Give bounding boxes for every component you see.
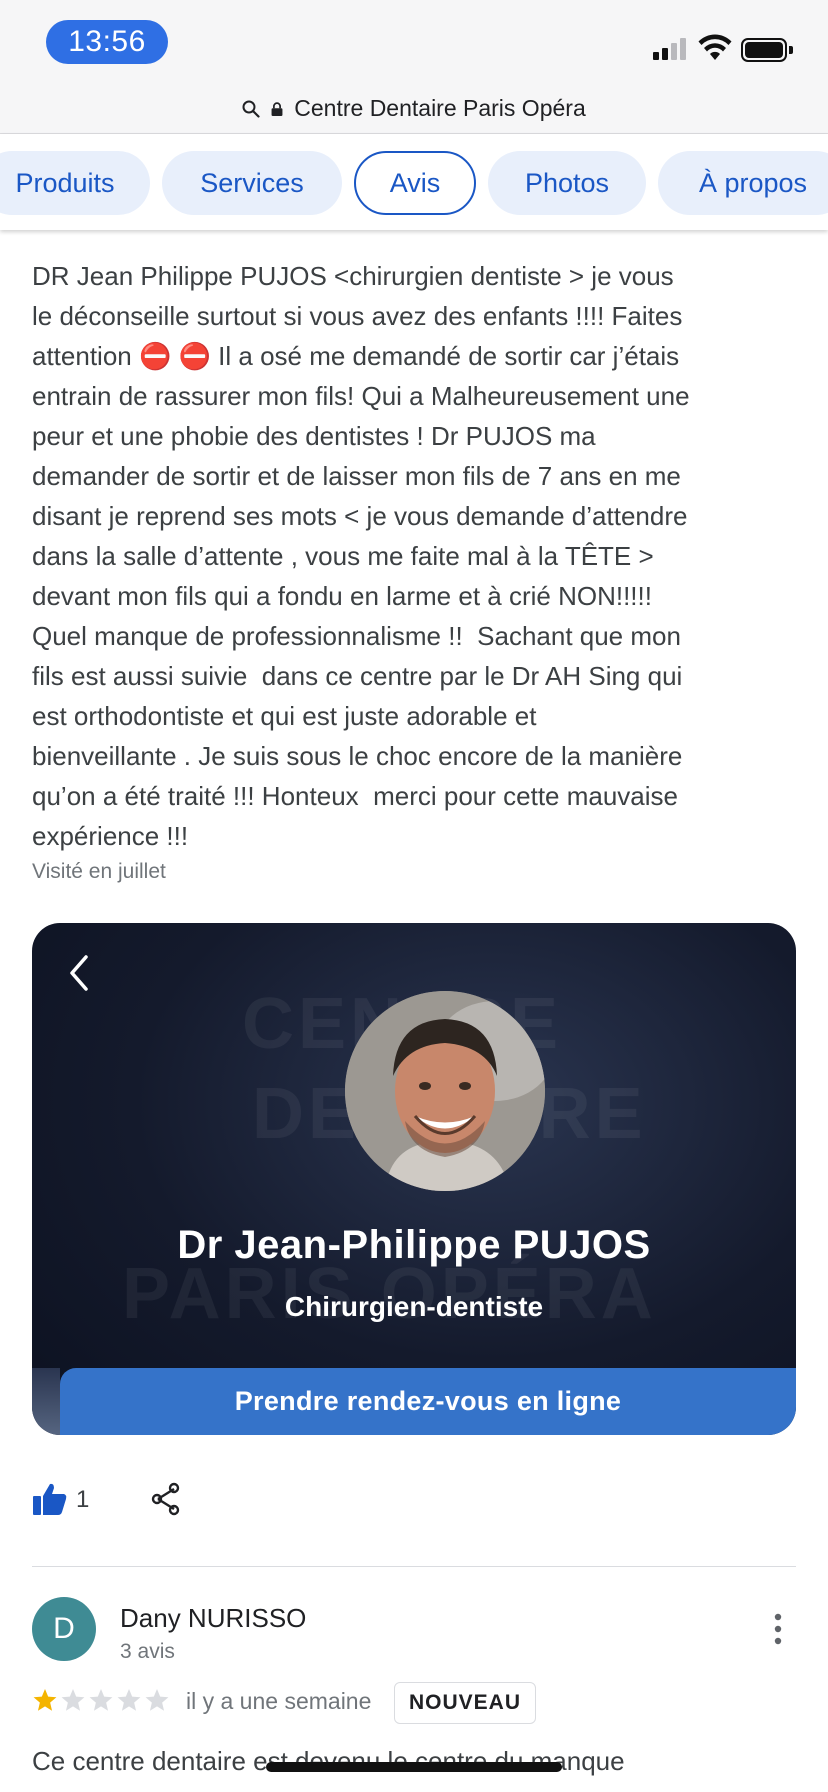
share-icon[interactable] — [150, 1482, 182, 1516]
new-badge: NOUVEAU — [394, 1682, 536, 1724]
tab-a-propos[interactable]: À propos — [658, 151, 828, 215]
cellular-signal-icon — [653, 38, 689, 60]
star-empty-icon — [61, 1689, 85, 1711]
review-text: DR Jean Philippe PUJOS <chirurgien denti… — [32, 261, 690, 851]
doctor-portrait — [345, 991, 545, 1191]
review-date: il y a une semaine — [186, 1688, 372, 1714]
tab-produits[interactable]: Produits — [0, 151, 150, 215]
tab-avis[interactable]: Avis — [354, 151, 476, 215]
search-icon — [242, 100, 260, 118]
tab-photos[interactable]: Photos — [488, 151, 646, 215]
url-bar[interactable]: Centre Dentaire Paris Opéra — [0, 84, 828, 134]
status-bar: 13:56 — [0, 0, 828, 84]
star-filled-icon — [33, 1689, 57, 1711]
lock-icon — [271, 101, 283, 116]
tab-bar: Produits Services Avis Photos À propos — [0, 134, 828, 230]
doctor-role: Chirurgien-dentiste — [284, 1291, 544, 1322]
battery-icon — [741, 38, 793, 62]
url-title: Centre Dentaire Paris Opéra — [294, 95, 586, 121]
star-empty-icon — [145, 1689, 169, 1711]
star-empty-icon — [89, 1689, 113, 1711]
chevron-left-icon[interactable] — [66, 953, 92, 993]
thumbs-up-icon[interactable] — [32, 1481, 68, 1517]
review-visited: Visité en juillet — [32, 860, 166, 883]
status-time[interactable]: 13:56 — [46, 20, 168, 64]
more-options-icon[interactable] — [772, 1611, 784, 1647]
reviewer-name[interactable]: Dany NURISSO — [120, 1603, 306, 1634]
like-count: 1 — [76, 1486, 90, 1513]
review-photo-card[interactable]: CENTRE DENTAIRE PARIS OPÉRA Dr Jean-Phil… — [32, 923, 796, 1435]
avatar[interactable]: D — [32, 1597, 96, 1661]
tab-services[interactable]: Services — [162, 151, 342, 215]
book-appointment-button[interactable]: Prendre rendez-vous en ligne — [60, 1368, 796, 1435]
star-rating-icon — [33, 1689, 169, 1711]
star-empty-icon — [117, 1689, 141, 1711]
home-indicator[interactable] — [266, 1762, 562, 1772]
divider — [32, 1566, 796, 1567]
reviewer-review-count: 3 avis — [120, 1640, 175, 1663]
wifi-icon — [698, 34, 732, 60]
doctor-name: Dr Jean-Philippe PUJOS — [177, 1223, 651, 1267]
card-decoration — [32, 1368, 60, 1435]
